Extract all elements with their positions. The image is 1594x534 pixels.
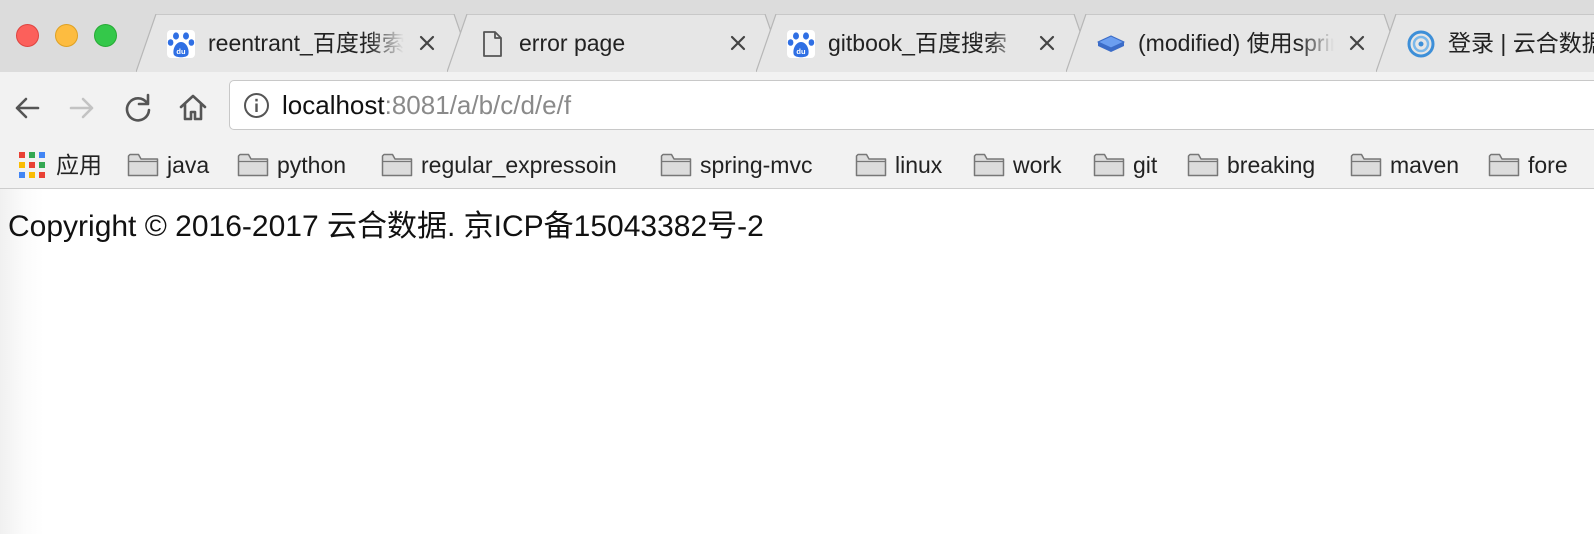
folder-icon [1093, 153, 1125, 177]
url-path: :8081/a/b/c/d/e/f [384, 90, 572, 120]
svg-text:du: du [796, 47, 806, 56]
folder-icon [1187, 153, 1219, 177]
url-text[interactable]: localhost:8081/a/b/c/d/e/f [282, 90, 571, 120]
tab-login[interactable]: 登录 | 云合数据 [1376, 14, 1594, 72]
folder-icon [1488, 153, 1520, 177]
browser-toolbar: localhost:8081/a/b/c/d/e/f [0, 72, 1594, 144]
apps-label: 应用 [56, 152, 102, 178]
window-minimize-button[interactable] [55, 24, 78, 47]
bookmark-label: git [1133, 152, 1158, 178]
apps-grid-icon [19, 152, 45, 178]
bookmark-label: java [167, 152, 210, 178]
url-host: localhost [282, 90, 385, 120]
window-close-button[interactable] [16, 24, 39, 47]
blank-page-icon [483, 31, 502, 57]
tab-title: (modified) 使用spring [1138, 30, 1334, 56]
close-tab-icon[interactable] [1036, 32, 1058, 54]
bookmark-label: fore [1528, 152, 1568, 178]
apps-shortcut[interactable]: 应用 [0, 148, 112, 182]
bookmark-label: work [1013, 152, 1062, 178]
tab-reentrant[interactable]: du reentrant_百度搜索 [136, 14, 475, 72]
bookmark-label: python [277, 152, 347, 178]
forward-arrow-icon[interactable] [65, 91, 99, 125]
page-content: Copyright © 2016-2017 云合数据. 京ICP备1504338… [0, 189, 1594, 534]
tab-title: reentrant_百度搜索 [208, 30, 404, 56]
folder-icon [660, 153, 692, 177]
close-tab-icon[interactable] [416, 32, 438, 54]
reload-icon[interactable] [121, 91, 155, 125]
bookmark-label: linux [895, 152, 943, 178]
bookmarks-bar: 应用 java python regular_expressoin spring… [0, 144, 1594, 189]
tab-error-page[interactable]: error page [447, 14, 786, 72]
home-icon[interactable] [176, 91, 210, 125]
close-tab-icon[interactable] [727, 32, 749, 54]
tab-gitbook[interactable]: du gitbook_百度搜索 [756, 14, 1095, 72]
bookmark-label: maven [1390, 152, 1460, 178]
window-maximize-button[interactable] [94, 24, 117, 47]
tab-modified-spring[interactable]: (modified) 使用spring [1066, 14, 1405, 72]
baidu-paw-icon: du [787, 30, 815, 58]
tab-strip: du reentrant_百度搜索 error page du gitbook_… [0, 0, 1594, 73]
close-tab-icon[interactable] [1346, 32, 1368, 54]
tab-title: gitbook_百度搜索 [828, 30, 1007, 56]
folder-icon [381, 153, 413, 177]
address-bar[interactable]: localhost:8081/a/b/c/d/e/f [229, 80, 1594, 130]
folder-icon [855, 153, 887, 177]
baidu-paw-icon: du [167, 30, 195, 58]
tab-title: 登录 | 云合数据 [1448, 30, 1594, 56]
folder-icon [1350, 153, 1382, 177]
tab-title: error page [519, 30, 626, 56]
bookmark-label: regular_expressoin [421, 152, 617, 178]
back-arrow-icon[interactable] [10, 91, 44, 125]
bookmark-label: breaking [1227, 152, 1316, 178]
site-info-icon[interactable] [243, 92, 270, 119]
folder-icon [973, 153, 1005, 177]
globe-ring-icon [1407, 30, 1435, 58]
svg-text:du: du [176, 47, 186, 56]
book-icon [1097, 35, 1125, 52]
folder-icon [237, 153, 269, 177]
folder-icon [127, 153, 159, 177]
copyright-text: Copyright © 2016-2017 云合数据. 京ICP备1504338… [8, 210, 764, 243]
bookmark-label: spring-mvc [700, 152, 813, 178]
